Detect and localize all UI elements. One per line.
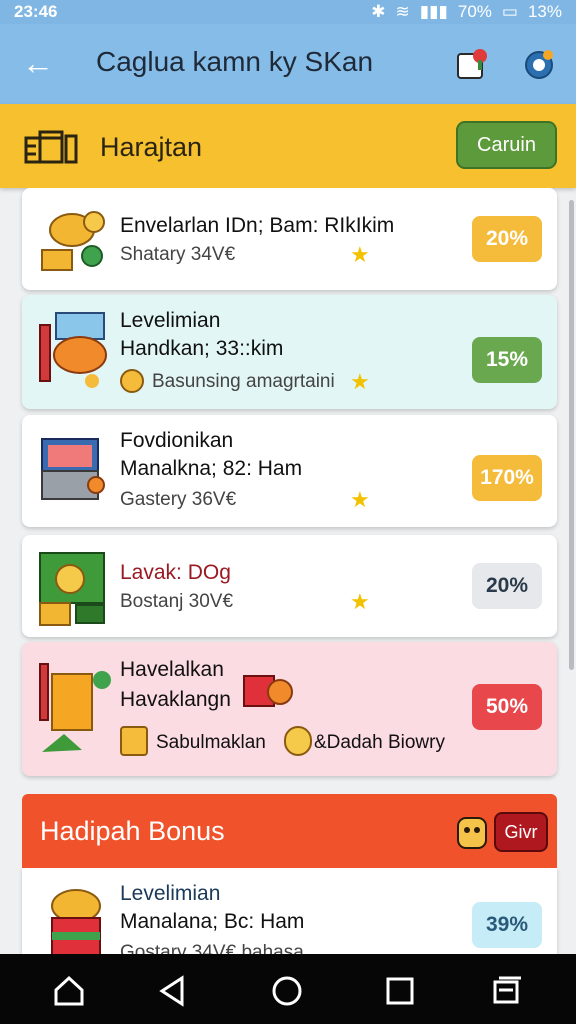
- offer-card-1[interactable]: Envelarlan IDn; Bam: RIkIkim Shatary 34V…: [22, 188, 557, 290]
- cash-safe-icon: [39, 552, 105, 626]
- offer-percent-badge: 50%: [472, 684, 542, 730]
- offer-subtitle: Handkan; 33::kim: [120, 337, 284, 360]
- offer-title: Lavak: DOg: [120, 561, 231, 584]
- home-icon[interactable]: [52, 974, 86, 1008]
- offer-subtitle: Havaklangn: [120, 688, 231, 711]
- offer-card-6[interactable]: Levelimian Manalana; Bc: Ham Gostary 34V…: [22, 868, 557, 954]
- toolkit-icon: [39, 663, 111, 752]
- offer-meta: Basunsing amagrtaini: [152, 371, 335, 392]
- offer-subtitle: Manalkna; 82: Ham: [120, 457, 303, 480]
- offer-title: Levelimian: [120, 882, 221, 905]
- signal-icon: ▮▮▮: [419, 2, 448, 21]
- offer-title: Levelimian: [120, 309, 221, 332]
- offer-card-2[interactable]: Levelimian Handkan; 33::kim Basunsing am…: [22, 295, 557, 409]
- mascot-icon: [457, 817, 487, 849]
- offer-subtitle: Manalana; Bc: Ham: [120, 910, 305, 933]
- back-triangle-icon[interactable]: [156, 974, 190, 1008]
- gold-coins-icon: [41, 211, 105, 271]
- offer-percent-badge: 39%: [472, 902, 542, 948]
- square-recents-icon[interactable]: [383, 974, 417, 1008]
- back-arrow-icon[interactable]: ←: [22, 46, 56, 80]
- scrollbar[interactable]: [569, 200, 574, 670]
- offer-meta: Bostanj 30V€: [120, 591, 234, 612]
- bonus-section-header: Hadipah Bonus Givr: [22, 794, 557, 868]
- offer-card-5[interactable]: Havelalkan Havaklangn Sabulmaklan &Dadah…: [22, 642, 557, 776]
- star-icon: ★: [350, 589, 370, 614]
- settings-gear-icon[interactable]: [522, 48, 556, 82]
- coin-jar-icon: [51, 889, 101, 954]
- offer-meta-right: &Dadah Biowry: [314, 732, 445, 753]
- offer-percent-badge: 15%: [472, 337, 542, 383]
- gift-bundle-icon: [243, 675, 293, 707]
- coin-icon: [120, 369, 144, 393]
- offer-title: Fovdionikan: [120, 429, 234, 452]
- app-bar: ← Caglua kamn ky SKan: [0, 24, 576, 104]
- offer-meta: Shatary 34V€: [120, 244, 236, 265]
- treasure-chest-icon: [41, 438, 105, 500]
- gift-box-icon: [24, 130, 78, 164]
- bonus-title: Hadipah Bonus: [40, 816, 225, 846]
- battery-percent: 13%: [527, 2, 562, 21]
- bluetooth-icon: ✱: [371, 2, 386, 21]
- coin-stack-icon: [284, 726, 312, 756]
- status-time: 23:46: [14, 2, 58, 21]
- offer-percent-badge: 170%: [472, 455, 542, 501]
- offer-card-3[interactable]: Fovdionikan Manalkna; 82: Ham Gastery 36…: [22, 415, 557, 527]
- offer-meta-left: Sabulmaklan: [156, 732, 266, 753]
- category-title: Harajtan: [100, 132, 203, 162]
- offer-title: Havelalkan: [120, 658, 224, 681]
- status-bar: 23:46 ✱ ≋ ▮▮▮ 70% ▭ 13%: [0, 0, 576, 24]
- category-action-button[interactable]: Caruin: [456, 121, 557, 169]
- offer-percent-badge: 20%: [472, 216, 542, 262]
- menu-icon[interactable]: [490, 974, 524, 1008]
- status-icons: ✱ ≋ ▮▮▮ 70% ▭ 13%: [371, 2, 562, 22]
- offer-percent-badge: 20%: [472, 563, 542, 609]
- star-icon: ★: [350, 487, 370, 512]
- offer-meta: Gostary 34V€ bahasa...: [120, 942, 320, 954]
- bonus-gift-button[interactable]: Givr: [494, 812, 548, 852]
- system-nav-bar: [0, 954, 576, 1024]
- signal-percent: 70%: [457, 2, 492, 21]
- battery-icon: ▭: [501, 2, 518, 21]
- wifi-icon: ≋: [395, 2, 410, 21]
- note-icon[interactable]: [456, 48, 490, 80]
- offer-card-4[interactable]: Lavak: DOg Bostanj 30V€ ★ 20%: [22, 535, 557, 637]
- circle-home-icon[interactable]: [270, 974, 304, 1008]
- offer-title: Envelarlan IDn; Bam: RIkIkim: [120, 214, 395, 237]
- star-icon: ★: [350, 369, 370, 394]
- bag-icon: [120, 726, 148, 756]
- star-icon: ★: [350, 242, 370, 267]
- offer-meta: Gastery 36V€: [120, 489, 237, 510]
- app-title: Caglua kamn ky SKan: [96, 46, 374, 77]
- food-basket-icon: [39, 312, 107, 388]
